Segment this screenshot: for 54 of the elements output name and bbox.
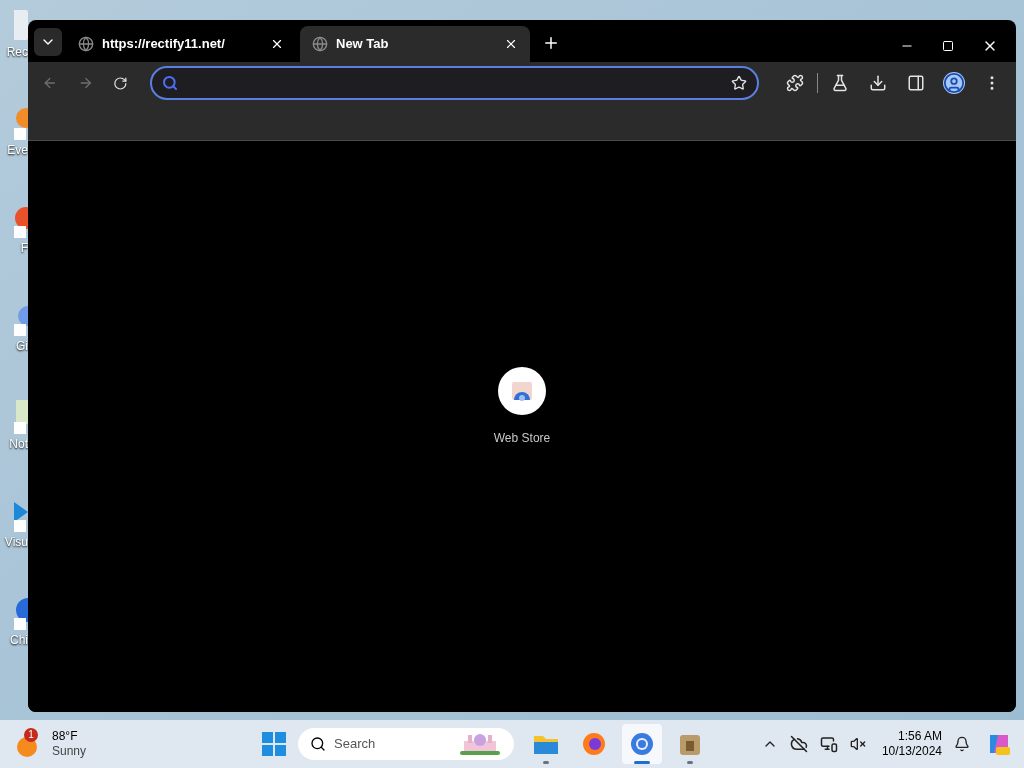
desktop-icon-label[interactable]: Eve <box>7 144 28 156</box>
tab-title: New Tab <box>336 35 390 54</box>
flask-icon[interactable] <box>831 74 849 92</box>
shortcut-icon <box>14 106 28 140</box>
windows-logo-icon[interactable] <box>262 732 286 756</box>
shortcut-label[interactable]: Web Store <box>493 428 551 447</box>
puzzle-icon[interactable] <box>786 74 804 92</box>
back-icon[interactable] <box>42 75 58 91</box>
cloud-off-icon[interactable] <box>789 735 808 753</box>
desktop-icon-label[interactable]: Chi <box>10 634 28 646</box>
maximize-icon[interactable] <box>942 40 954 52</box>
bell-icon[interactable] <box>954 736 970 752</box>
network-icon[interactable] <box>819 735 838 753</box>
globe-icon <box>78 36 94 52</box>
browser-icon <box>14 596 28 630</box>
clock-date[interactable]: 10/13/2024 <box>881 744 942 759</box>
temperature: 88°F <box>52 729 79 744</box>
download-icon[interactable] <box>869 74 887 92</box>
store-icon <box>511 380 533 401</box>
desktop-icon-label[interactable]: F <box>20 242 28 254</box>
fox-globe-icon <box>582 732 606 756</box>
palace-icon <box>458 731 502 757</box>
profile-icon[interactable] <box>943 72 965 94</box>
ring-icon <box>630 732 654 756</box>
notification-badge: 1 <box>24 728 38 742</box>
address-bar[interactable] <box>150 66 759 100</box>
reload-icon[interactable] <box>113 75 128 91</box>
package-icon <box>678 732 702 756</box>
tab-title: https://rectify11.net/ <box>102 35 226 54</box>
browser-tab[interactable]: New Tab <box>300 26 530 62</box>
close-icon[interactable] <box>504 37 518 51</box>
clock-time[interactable]: 1:56 AM <box>897 729 942 744</box>
desktop-icon-label[interactable]: Not <box>9 438 28 450</box>
folder-icon <box>533 733 559 755</box>
desktop-icon-label[interactable]: Gi <box>16 340 28 352</box>
search-icon <box>310 736 326 752</box>
close-icon[interactable] <box>270 37 284 51</box>
notepad-icon <box>14 400 28 434</box>
tab-search-button[interactable] <box>34 28 62 56</box>
new-tab-icon[interactable] <box>542 34 560 52</box>
flame-icon <box>14 204 28 238</box>
bin-icon <box>14 8 28 42</box>
search-icon <box>162 75 178 91</box>
mute-icon[interactable] <box>849 736 866 752</box>
shortcut-tile[interactable] <box>498 366 546 415</box>
desktop-icon-label[interactable]: Visu <box>4 536 28 548</box>
taskbar-app-button[interactable] <box>622 724 662 764</box>
side-panel-icon[interactable] <box>907 74 925 92</box>
weather-condition: Sunny <box>52 744 87 759</box>
star-icon[interactable] <box>731 75 747 91</box>
taskbar-search-field[interactable]: Search <box>298 728 514 760</box>
globe-icon <box>312 36 328 52</box>
search-placeholder: Search <box>334 735 377 754</box>
desktop-icon-label[interactable]: Rec <box>6 46 28 58</box>
